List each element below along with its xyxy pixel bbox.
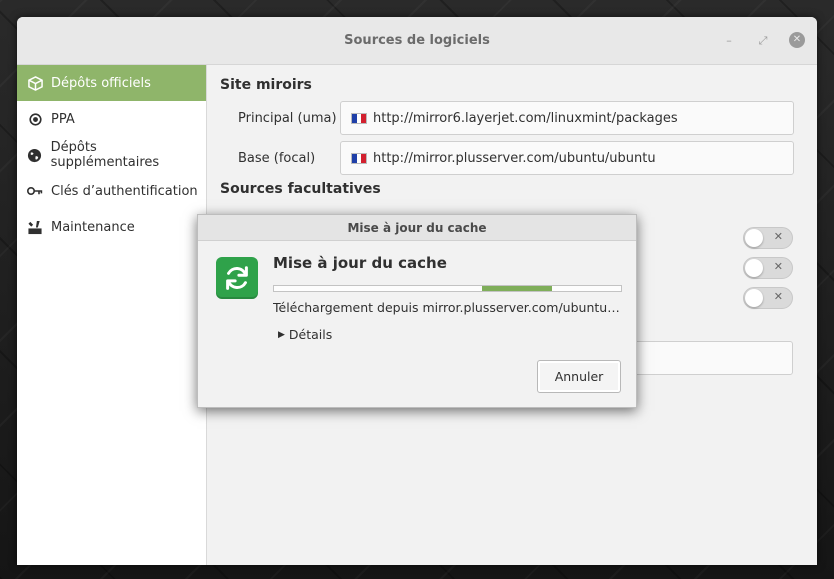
mirror-label: Base (focal) xyxy=(238,150,316,166)
toggle-knob xyxy=(745,229,763,247)
window-controls: – ⤢ ✕ xyxy=(721,32,805,48)
sidebar-item-official-repos[interactable]: Dépôts officiels xyxy=(17,65,206,101)
french-flag-icon xyxy=(351,152,367,164)
mirror-url: http://mirror6.layerjet.com/linuxmint/pa… xyxy=(373,110,678,126)
french-flag-icon xyxy=(351,112,367,124)
obscured-field[interactable] xyxy=(629,341,793,375)
mirrors-section-title: Site miroirs xyxy=(220,77,312,93)
ppa-dot-icon xyxy=(27,111,43,127)
close-icon[interactable]: ✕ xyxy=(789,32,805,48)
sidebar-item-ppa[interactable]: PPA xyxy=(17,101,206,137)
mirror-url: http://mirror.plusserver.com/ubuntu/ubun… xyxy=(373,150,656,166)
optional-toggle-3[interactable]: ✕ xyxy=(743,287,793,309)
sidebar-item-auth-keys[interactable]: Clés d’authentification xyxy=(17,173,206,209)
maximize-icon[interactable]: ⤢ xyxy=(755,32,771,48)
details-expander[interactable]: ▶ Détails xyxy=(278,327,332,342)
expander-arrow-icon: ▶ xyxy=(278,329,285,340)
optional-toggle-1[interactable]: ✕ xyxy=(743,227,793,249)
mirror-base-button[interactable]: http://mirror.plusserver.com/ubuntu/ubun… xyxy=(340,141,794,175)
package-icon xyxy=(27,75,43,91)
toggle-off-icon: ✕ xyxy=(773,260,783,273)
cache-update-dialog: Mise à jour du cache Mise à jour du cach… xyxy=(197,214,637,408)
sidebar-item-maintenance[interactable]: Maintenance xyxy=(17,209,206,245)
toggle-knob xyxy=(745,259,763,277)
sidebar-item-label: Dépôts supplémentaires xyxy=(50,140,160,170)
sidebar-item-label: Dépôts officiels xyxy=(51,75,151,91)
sidebar: Dépôts officiels PPA Dépôts supplémentai… xyxy=(17,65,207,565)
optional-toggle-2[interactable]: ✕ xyxy=(743,257,793,279)
mirror-label: Principal (uma) xyxy=(238,110,337,126)
details-label: Détails xyxy=(288,327,333,342)
optional-sources-title: Sources facultatives xyxy=(220,181,381,197)
progress-bar xyxy=(273,285,622,292)
sidebar-item-label: PPA xyxy=(51,111,75,127)
tools-icon xyxy=(27,219,43,235)
cancel-button[interactable]: Annuler xyxy=(537,360,621,393)
mirror-main-button[interactable]: http://mirror6.layerjet.com/linuxmint/pa… xyxy=(340,101,794,135)
globe-icon xyxy=(27,147,43,163)
refresh-icon xyxy=(216,257,258,299)
dialog-status: Téléchargement depuis mirror.plusserver.… xyxy=(273,300,623,315)
sidebar-item-label: Clés d’authentification xyxy=(51,183,198,199)
window-title: Sources de logiciels xyxy=(344,33,490,48)
toggle-off-icon: ✕ xyxy=(773,290,783,303)
sidebar-item-additional-repos[interactable]: Dépôts supplémentaires xyxy=(17,137,206,173)
minimize-icon[interactable]: – xyxy=(721,32,737,48)
dialog-titlebar[interactable]: Mise à jour du cache xyxy=(198,215,636,241)
mirror-row-base: Base (focal) http://mirror.plusserver.co… xyxy=(220,141,805,175)
progress-fill xyxy=(482,286,552,291)
toggle-off-icon: ✕ xyxy=(773,230,783,243)
dialog-heading: Mise à jour du cache xyxy=(273,254,447,272)
sidebar-item-label: Maintenance xyxy=(51,219,135,235)
toggle-knob xyxy=(745,289,763,307)
window-titlebar[interactable]: Sources de logiciels – ⤢ ✕ xyxy=(17,17,817,65)
key-icon xyxy=(27,183,43,199)
mirror-row-main: Principal (uma) http://mirror6.layerjet.… xyxy=(220,101,805,135)
